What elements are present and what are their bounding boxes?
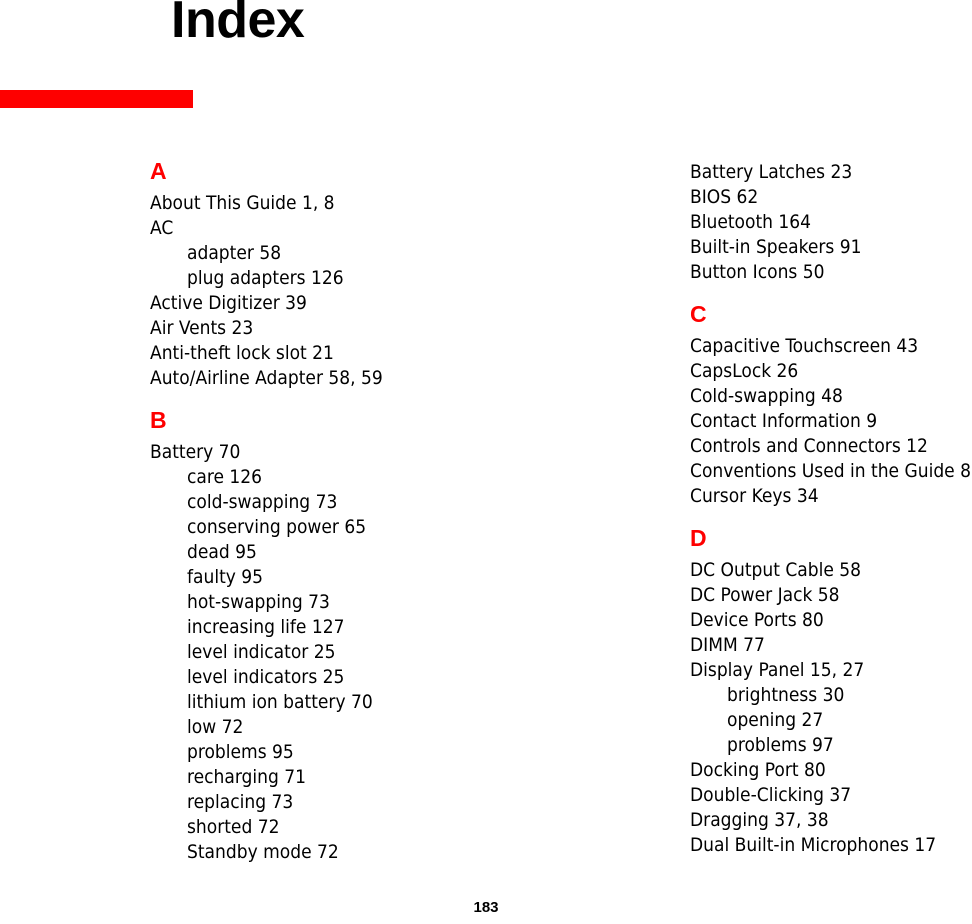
index-subentry: shorted 72	[187, 816, 280, 838]
index-subentry: faulty 95	[187, 566, 264, 588]
index-entry: Display Panel 15, 27	[690, 659, 865, 681]
index-entry: Cursor Keys 34	[690, 485, 819, 507]
index-entry: DC Output Cable 58	[690, 559, 862, 581]
index-entry: Contact Information 9	[690, 410, 878, 432]
index-body: A About This Guide 1, 8 AC adapter 58 plug a…	[0, 160, 972, 880]
index-entry: Active Digitizer 39	[150, 292, 307, 314]
index-subentry: recharging 71	[187, 766, 306, 788]
index-section-continued: Battery Latches 23 BIOS 62 Bluetooth 164 Bu…	[690, 160, 972, 285]
index-section-c: C Capacitive Touchscreen 43 CapsLock 26 Col…	[690, 303, 972, 509]
index-section-d: D DC Output Cable 58 DC Power Jack 58 Devic…	[690, 527, 972, 858]
index-entry: Battery 70	[150, 441, 241, 463]
section-letter-heading: A	[150, 158, 167, 184]
index-subentry: conserving power 65	[187, 516, 367, 538]
index-entry-list: Capacitive Touchscreen 43 CapsLock 26 Cold…	[690, 334, 972, 509]
index-entry: BIOS 62	[690, 186, 759, 208]
index-subentry: Standby mode 72	[187, 841, 339, 863]
index-entry: Air Vents 23	[150, 317, 254, 339]
index-subentry: hot-swapping 73	[187, 591, 330, 613]
index-subentry: level indicators 25	[187, 666, 345, 688]
index-entry: DIMM 77	[690, 634, 765, 656]
index-subentry: problems 97	[727, 734, 834, 756]
index-subentry: low 72	[187, 716, 244, 738]
index-entry: Auto/Airline Adapter 58, 59	[150, 367, 383, 389]
section-letter-heading: B	[150, 407, 167, 433]
index-entry: Device Ports 80	[690, 609, 824, 631]
index-entry: Dual Built-in Microphones 17	[690, 834, 937, 856]
index-entry: Cold-swapping 48	[690, 385, 843, 407]
index-column-left: A About This Guide 1, 8 AC adapter 58 plug a…	[150, 160, 570, 865]
index-subentry: problems 95	[187, 741, 294, 763]
index-entry-list: Battery Latches 23 BIOS 62 Bluetooth 164 Bu…	[690, 160, 972, 285]
index-entry: Capacitive Touchscreen 43	[690, 335, 919, 357]
section-letter-heading: C	[690, 301, 707, 327]
index-entry: Battery Latches 23	[690, 161, 853, 183]
index-entry: DC Power Jack 58	[690, 584, 840, 606]
index-subentry: opening 27	[727, 709, 824, 731]
index-entry: Controls and Connectors 12	[690, 435, 928, 457]
index-entry: Bluetooth 164	[690, 211, 812, 233]
index-entry: About This Guide 1, 8	[150, 192, 335, 214]
index-entry: Double-Clicking 37	[690, 784, 852, 806]
index-subentry: care 126	[187, 466, 263, 488]
index-entry-list: Battery 70 care 126 cold-swapping 73 conser…	[150, 440, 570, 865]
index-subentry: adapter 58	[187, 242, 282, 264]
page-title: Index	[171, 0, 305, 49]
index-entry: Conventions Used in the Guide 8	[690, 460, 972, 482]
header-accent-rule	[0, 90, 193, 108]
index-entry: Button Icons 50	[690, 261, 825, 283]
section-letter-heading: D	[690, 525, 707, 551]
index-subentry: plug adapters 126	[187, 267, 344, 289]
index-entry: Docking Port 80	[690, 759, 826, 781]
index-subentry: cold-swapping 73	[187, 491, 338, 513]
index-subentry: replacing 73	[187, 791, 294, 813]
index-subentry: brightness 30	[727, 684, 845, 706]
index-entry: Dragging 37, 38	[690, 809, 829, 831]
index-subentry: increasing life 127	[187, 616, 345, 638]
index-entry: CapsLock 26	[690, 360, 799, 382]
index-subentry: dead 95	[187, 541, 257, 563]
page-number: 183	[473, 899, 499, 916]
index-entry: Anti-theft lock slot 21	[150, 342, 334, 364]
index-entry-list: DC Output Cable 58 DC Power Jack 58 Device…	[690, 558, 972, 858]
index-entry-list: About This Guide 1, 8 AC adapter 58 plug ad…	[150, 191, 570, 391]
index-column-right: Battery Latches 23 BIOS 62 Bluetooth 164 Bu…	[690, 160, 972, 858]
index-entry: AC	[150, 217, 174, 239]
index-subentry: lithium ion battery 70	[187, 691, 373, 713]
index-section-a: A About This Guide 1, 8 AC adapter 58 plug a…	[150, 160, 570, 391]
index-section-b: B Battery 70 care 126 cold-swapping 73 conse…	[150, 409, 570, 865]
index-entry: Built-in Speakers 91	[690, 236, 862, 258]
index-subentry: level indicator 25	[187, 641, 336, 663]
